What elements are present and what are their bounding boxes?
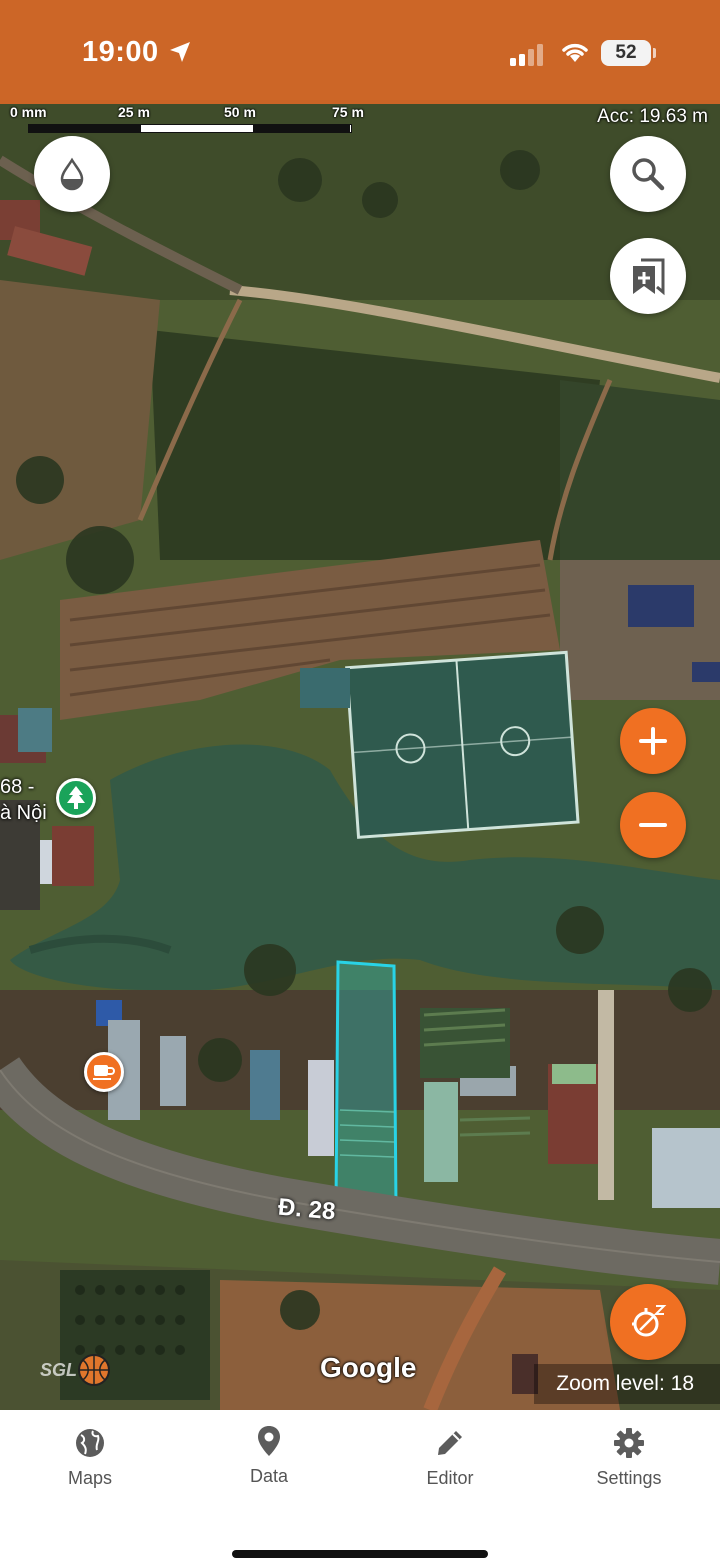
cellular-signal-icon	[510, 44, 543, 66]
tab-editor[interactable]: Editor	[380, 1426, 520, 1489]
scale-label-25: 25 m	[118, 104, 150, 120]
pencil-icon	[438, 1431, 462, 1455]
map-view[interactable]: 19:00 52 0 mm 25 m 50 m 75 m Acc: 19.63 …	[0, 0, 720, 1410]
tab-data-label: Data	[249, 1466, 289, 1486]
zoom-out-button[interactable]	[620, 792, 686, 858]
cafe-poi-marker[interactable]	[84, 1052, 124, 1092]
road-label: Đ. 28	[276, 1193, 337, 1226]
scale-bar: 0 mm 25 m 50 m 75 m	[0, 104, 380, 134]
zoom-level-indicator: Zoom level: 18	[534, 1364, 720, 1404]
status-bar: 19:00 52	[0, 0, 720, 104]
search-button[interactable]	[610, 136, 686, 212]
basketball-logo-icon	[78, 1354, 110, 1386]
wifi-icon	[562, 43, 588, 62]
satellite-imagery	[0, 0, 720, 1410]
google-attribution: Google	[320, 1352, 417, 1383]
globe-icon	[76, 1429, 104, 1457]
water-drop-icon	[60, 157, 84, 191]
layer-opacity-button[interactable]	[34, 136, 110, 212]
zoom-in-button[interactable]	[620, 708, 686, 774]
tab-settings[interactable]: Settings	[559, 1426, 699, 1489]
park-poi-marker[interactable]	[56, 778, 96, 818]
tab-data[interactable]: Data	[199, 1424, 339, 1487]
plus-icon	[639, 727, 667, 755]
search-icon	[632, 158, 665, 191]
bookmark-add-icon	[633, 258, 665, 296]
location-arrow-icon	[170, 42, 190, 62]
tab-editor-label: Editor	[426, 1468, 474, 1488]
scale-label-0: 0 mm	[10, 104, 47, 120]
compass-location-icon	[632, 1305, 667, 1337]
tab-maps-label: Maps	[67, 1468, 112, 1488]
poi-partial-label: 68 - à Nội	[0, 776, 47, 824]
battery-indicator: 52	[601, 40, 656, 66]
scale-label-75: 75 m	[332, 104, 364, 120]
gear-icon	[614, 1428, 644, 1458]
home-indicator	[232, 1550, 488, 1558]
my-location-button[interactable]	[610, 1284, 686, 1360]
scale-bar-graphic	[28, 124, 352, 133]
tree-icon	[67, 786, 85, 809]
minus-icon	[639, 823, 667, 827]
tab-settings-label: Settings	[596, 1468, 662, 1488]
gps-accuracy: Acc: 19.63 m	[597, 106, 708, 127]
add-bookmark-button[interactable]	[610, 238, 686, 314]
sgl-watermark-logo: SGL	[40, 1352, 116, 1388]
bottom-navigation: Maps Data Editor Settings	[0, 1410, 720, 1564]
coffee-cup-icon	[93, 1065, 115, 1080]
tab-maps[interactable]: Maps	[20, 1426, 160, 1489]
location-pin-icon	[258, 1426, 280, 1456]
scale-label-50: 50 m	[224, 104, 256, 120]
status-time: 19:00	[82, 36, 159, 68]
